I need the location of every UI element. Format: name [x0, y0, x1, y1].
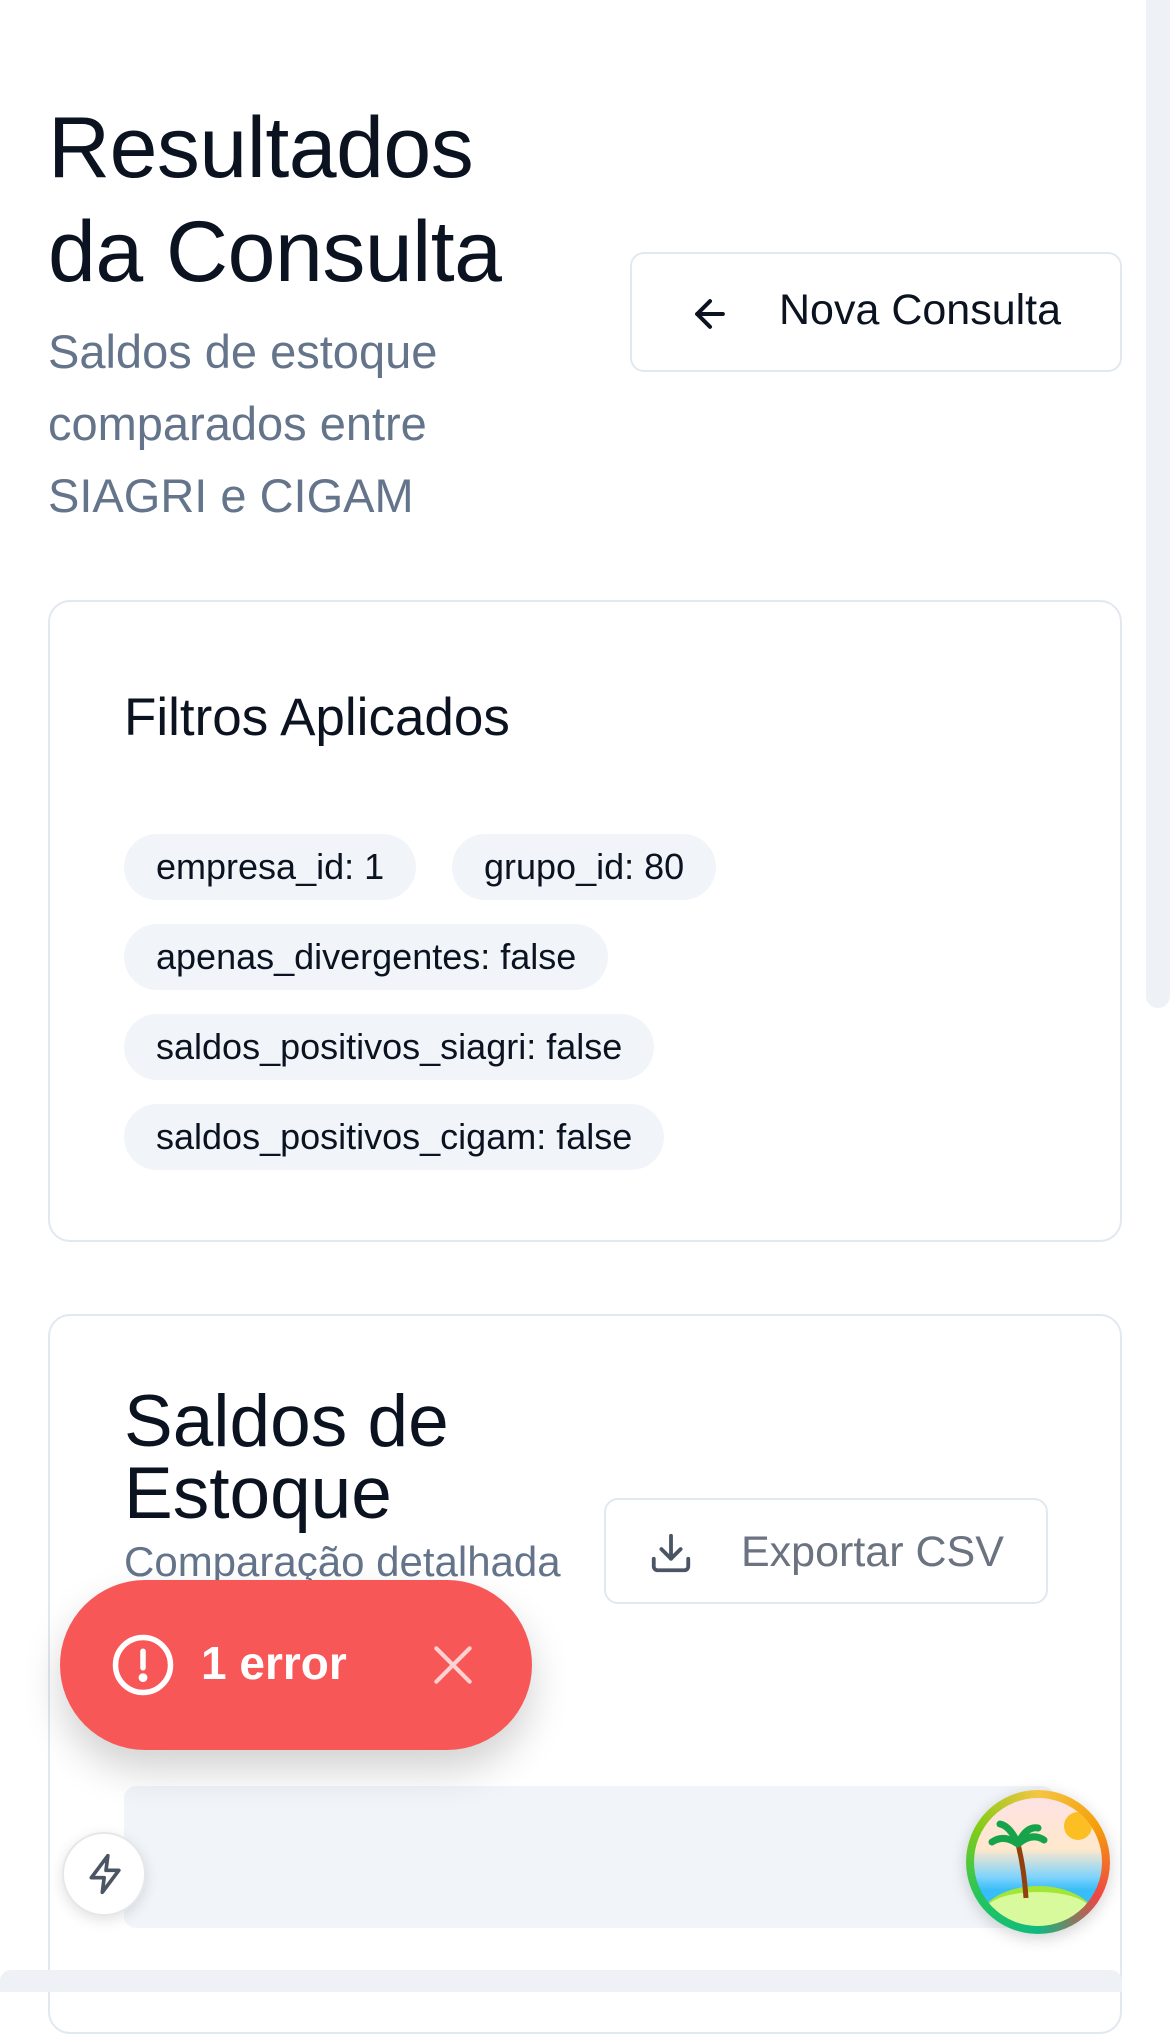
filter-chip-divergentes: apenas_divergentes: false	[124, 924, 609, 990]
error-count: 1 error	[201, 1637, 347, 1689]
error-toast[interactable]: 1 error	[60, 1580, 532, 1750]
vertical-scrollbar[interactable]	[1146, 0, 1170, 1008]
alert-circle-icon	[110, 1632, 176, 1703]
export-csv-button[interactable]: Exportar CSV	[604, 1498, 1048, 1604]
page-title: Resultados da Consulta	[48, 100, 502, 300]
filter-chip-cigam: saldos_positivos_cigam: false	[124, 1104, 665, 1170]
page-subtitle: Saldos de estoque comparados entre SIAGR…	[48, 325, 438, 522]
table-loading-skeleton	[124, 1786, 1054, 1928]
close-icon[interactable]	[428, 1640, 478, 1695]
download-icon	[648, 1530, 694, 1581]
arrow-left-icon	[688, 292, 732, 341]
lightning-bolt-button[interactable]	[62, 1832, 146, 1916]
user-avatar[interactable]	[966, 1790, 1110, 1934]
beach-island-icon	[974, 1798, 1102, 1926]
stock-subtitle: Comparação detalhada	[124, 1538, 561, 1585]
filters-title: Filtros Aplicados	[124, 688, 510, 747]
horizontal-scrollbar[interactable]	[0, 1970, 1122, 1992]
filter-chip-grupo: grupo_id: 80	[452, 834, 717, 900]
stock-title: Saldos de Estoque	[124, 1381, 449, 1534]
export-csv-label: Exportar CSV	[741, 1528, 1004, 1576]
filter-chip-empresa: empresa_id: 1	[124, 834, 417, 900]
new-query-button[interactable]: Nova Consulta	[630, 252, 1122, 372]
filter-chip-siagri: saldos_positivos_siagri: false	[124, 1014, 655, 1080]
applied-filters-card: Filtros Aplicados empresa_id: 1 grupo_id…	[48, 600, 1122, 1242]
new-query-label: Nova Consulta	[779, 286, 1062, 334]
lightning-bolt-icon	[89, 1853, 121, 1895]
